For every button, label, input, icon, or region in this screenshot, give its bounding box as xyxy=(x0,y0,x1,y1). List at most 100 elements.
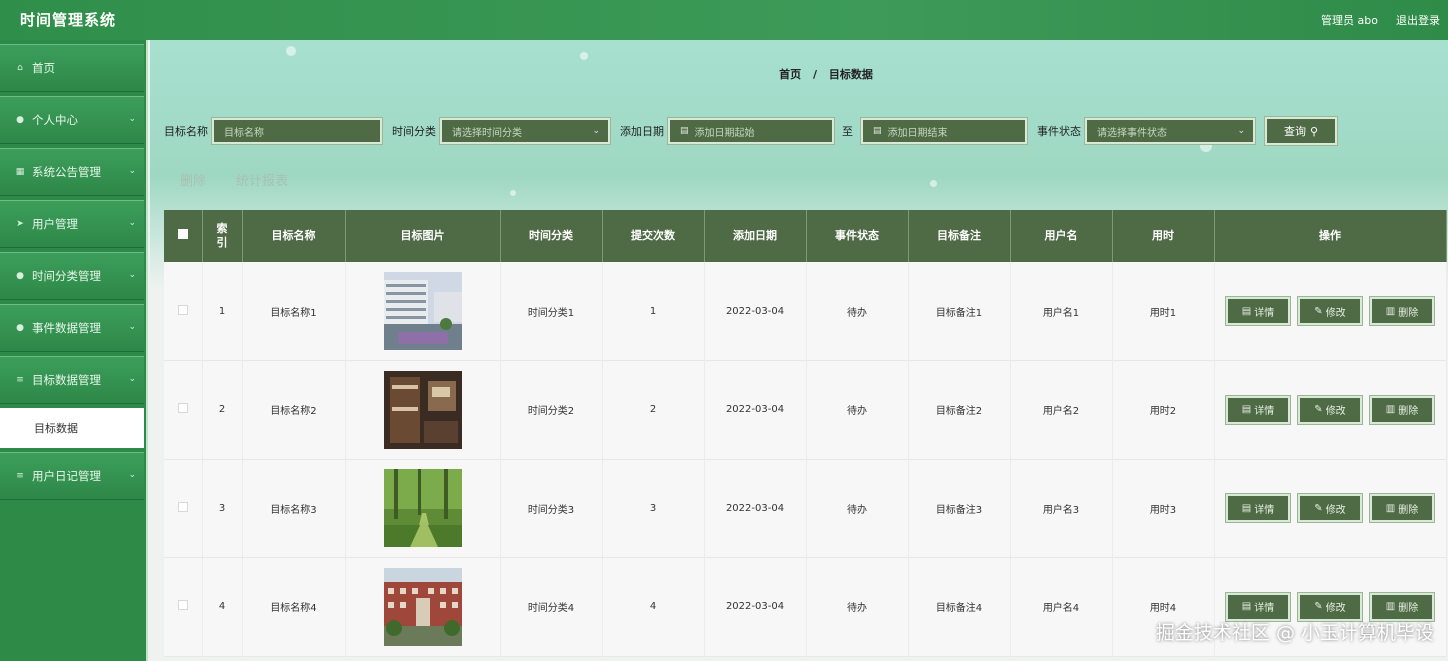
chevron-down-icon: ⌄ xyxy=(128,374,136,384)
cell-index: 4 xyxy=(202,557,243,656)
pencil-icon: ✎ xyxy=(1314,305,1323,317)
sidebar-item-4[interactable]: ● 时间分类管理 ⌄ xyxy=(0,252,144,300)
column-header: 操作 xyxy=(1214,210,1447,262)
calendar-icon: ▤ xyxy=(680,126,689,136)
delete-button[interactable]: ▥ 删除 xyxy=(1370,297,1434,325)
cell-submit-count: 2 xyxy=(602,360,705,459)
cell-duration: 用时1 xyxy=(1112,262,1215,361)
sidebar-item-5[interactable]: ● 事件数据管理 ⌄ xyxy=(0,304,144,352)
logout-link[interactable]: 退出登录 xyxy=(1396,12,1440,28)
chevron-down-icon: ⌄ xyxy=(128,470,136,480)
edit-button[interactable]: ✎ 修改 xyxy=(1298,494,1362,523)
sidebar-subitem-target-data[interactable]: 目标数据 xyxy=(0,408,144,448)
sidebar-item-label: 用户管理 xyxy=(32,217,78,231)
row-checkbox[interactable] xyxy=(177,403,188,414)
category-select[interactable]: 请选择时间分类 ⌄ xyxy=(440,118,610,144)
cell-username: 用户名2 xyxy=(1010,360,1113,459)
chevron-down-icon: ⌄ xyxy=(128,270,136,280)
cell-username: 用户名3 xyxy=(1010,459,1113,558)
sidebar-item-diary[interactable]: ≡ 用户日记管理 ⌄ xyxy=(0,452,144,500)
column-header: 目标图片 xyxy=(345,210,501,262)
cell-remark: 目标备注1 xyxy=(908,262,1011,361)
report-button[interactable]: 统计报表 xyxy=(236,170,288,189)
delete-button[interactable]: ▥ 删除 xyxy=(1370,494,1434,523)
column-header: 用时 xyxy=(1112,210,1215,262)
cell-submit-count: 1 xyxy=(602,262,705,361)
cell-index: 1 xyxy=(202,262,243,361)
cell-submit-count: 4 xyxy=(602,557,705,656)
select-all-header[interactable] xyxy=(164,210,203,262)
date-end-placeholder: 添加日期结束 xyxy=(887,127,948,139)
date-start-input[interactable]: ▤ 添加日期起始 xyxy=(668,118,834,144)
sidebar-item-label: 用户日记管理 xyxy=(32,469,101,483)
pencil-icon: ✎ xyxy=(1314,404,1323,416)
row-checkbox[interactable] xyxy=(177,501,188,512)
sidebar-item-6[interactable]: ≡ 目标数据管理 ⌄ xyxy=(0,356,144,404)
detail-button[interactable]: ▤ 详情 xyxy=(1226,297,1290,325)
list-icon: ≡ xyxy=(16,471,24,481)
cell-date: 2022-03-04 xyxy=(704,557,807,656)
cell-name: 目标名称1 xyxy=(242,262,346,361)
table-row[interactable]: 3 目标名称3 时间分类3 3 2022-03-04 待办 目标备注3 用户名3 用时3 ▤ 详情 ✎… xyxy=(164,459,1447,558)
column-header: 时间分类 xyxy=(500,210,603,262)
table-row[interactable]: 1 目标名称1 时间分类1 1 2022-03-04 待办 目标备注1 用户名1 用时1 ▤ 详情 ✎… xyxy=(164,262,1447,361)
cell-date: 2022-03-04 xyxy=(704,262,807,361)
edit-button[interactable]: ✎ 修改 xyxy=(1298,592,1362,621)
name-input[interactable]: 目标名称 xyxy=(212,118,382,144)
chevron-down-icon: ⌄ xyxy=(128,166,136,176)
sidebar-item-1[interactable]: ● 个人中心 ⌄ xyxy=(0,96,144,144)
cell-name: 目标名称4 xyxy=(242,557,346,656)
chevron-down-icon: ⌄ xyxy=(128,114,136,124)
category-select-placeholder: 请选择时间分类 xyxy=(452,127,522,139)
sidebar-item-2[interactable]: ▦ 系统公告管理 ⌄ xyxy=(0,148,144,196)
row-checkbox[interactable] xyxy=(177,600,188,611)
status-select[interactable]: 请选择事件状态 ⌄ xyxy=(1085,118,1255,144)
breadcrumb-current: 目标数据 xyxy=(828,68,873,81)
detail-button[interactable]: ▤ 详情 xyxy=(1226,494,1290,523)
home-icon: ⌂ xyxy=(17,63,23,73)
table-row[interactable]: 2 目标名称2 时间分类2 2 2022-03-04 待办 目标备注2 用户名2 用时2 ▤ 详情 ✎… xyxy=(164,360,1447,459)
category-label: 时间分类 xyxy=(392,125,436,138)
target-image xyxy=(383,370,462,449)
cell-date: 2022-03-04 xyxy=(704,459,807,558)
query-button-label: 查询 xyxy=(1283,125,1306,138)
sidebar-item-label: 目标数据管理 xyxy=(32,373,101,387)
name-label: 目标名称 xyxy=(164,125,208,138)
delete-button[interactable]: ▥ 删除 xyxy=(1370,592,1434,621)
document-icon: ▤ xyxy=(1241,305,1252,317)
batch-delete-button[interactable]: 删除 xyxy=(180,170,206,189)
delete-button[interactable]: ▥ 删除 xyxy=(1370,395,1434,424)
query-button[interactable]: 查询 ⚲ xyxy=(1265,117,1337,145)
list-icon: ≡ xyxy=(16,375,24,385)
row-checkbox[interactable] xyxy=(177,304,188,315)
cell-duration: 用时3 xyxy=(1112,459,1215,558)
select-all-checkbox[interactable] xyxy=(177,229,188,239)
date-end-input[interactable]: ▤ 添加日期结束 xyxy=(861,118,1027,144)
pencil-icon: ✎ xyxy=(1314,601,1323,613)
cell-remark: 目标备注3 xyxy=(908,459,1011,558)
cell-username: 用户名1 xyxy=(1010,262,1113,361)
document-icon: ▤ xyxy=(1241,502,1252,514)
target-image xyxy=(383,272,462,350)
detail-button[interactable]: ▤ 详情 xyxy=(1226,592,1290,621)
breadcrumb-home[interactable]: 首页 xyxy=(779,68,801,81)
sidebar-item-0[interactable]: ⌂ 首页 xyxy=(0,44,144,92)
trash-icon: ▥ xyxy=(1385,502,1396,514)
current-user: 管理员 abo xyxy=(1321,14,1378,27)
name-input-placeholder: 目标名称 xyxy=(224,127,264,139)
edit-button[interactable]: ✎ 修改 xyxy=(1298,297,1362,325)
cell-submit-count: 3 xyxy=(602,459,705,558)
grid-icon: ▦ xyxy=(15,167,25,177)
sidebar: ⌂ 首页 ● 个人中心 ⌄ ▦ 系统公告管理 ⌄ ➤ 用户管理 ⌄ ● 时间分类管理 ⌄ ● 事件数据管理 ⌄ ≡… xyxy=(0,40,148,661)
cell-status: 待办 xyxy=(806,262,909,361)
filter-bar: 目标名称 目标名称 时间分类 请选择时间分类 ⌄ 添加日期 ▤ 添加日期起始 至… xyxy=(164,117,1337,145)
sidebar-item-3[interactable]: ➤ 用户管理 ⌄ xyxy=(0,200,144,248)
user-icon: ● xyxy=(16,115,24,125)
trash-icon: ▥ xyxy=(1385,601,1396,613)
column-header: 添加日期 xyxy=(704,210,807,262)
edit-button[interactable]: ✎ 修改 xyxy=(1298,395,1362,424)
detail-button[interactable]: ▤ 详情 xyxy=(1226,395,1290,424)
column-header: 用户名 xyxy=(1010,210,1113,262)
calendar-icon: ▤ xyxy=(873,126,882,136)
chevron-down-icon: ⌄ xyxy=(1237,126,1245,136)
